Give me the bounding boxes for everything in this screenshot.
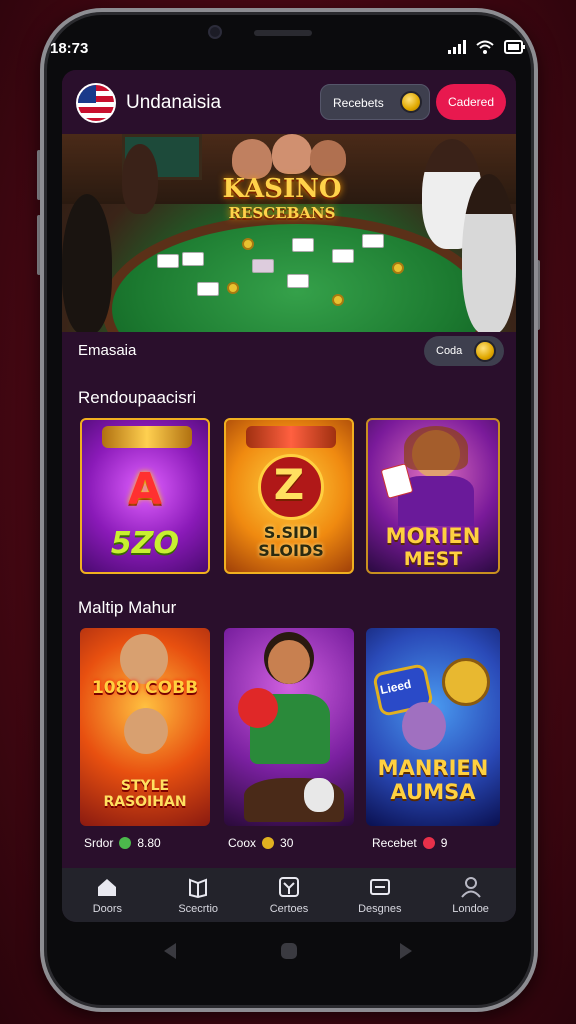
coin-icon [262,837,275,849]
nav-item-home[interactable]: Doors [62,868,153,922]
coin-pill[interactable]: Coda [424,336,504,366]
game-caption: Srdor 8.80 [84,836,161,850]
section-title-popular: Rendoupaacisri [78,388,197,407]
sub-bar: Emasaia Coda [62,332,516,368]
home-button-icon[interactable] [280,942,298,965]
nav-item-profile[interactable]: Londoe [425,868,516,922]
system-nav-bar [62,928,516,974]
game-caption: Recebet 9 [372,836,448,850]
nav-item-deposits[interactable]: Desgnes [334,868,425,922]
coin-icon [474,340,496,362]
game-tile[interactable]: A 5ZO [80,418,210,574]
register-button[interactable]: Cadered [436,84,506,120]
game-tile[interactable]: Z S.SIDI SLOIDS [224,418,354,574]
status-time: 18:73 [50,40,89,57]
gem-icon [119,837,132,849]
flag-icon[interactable] [76,83,116,123]
back-icon[interactable] [162,942,178,965]
card-icon [369,879,390,895]
balance-button-label: Recebets [333,96,384,110]
game-tile[interactable]: 1080 COBB STYLE RASOIHAN [80,628,210,826]
game-tile[interactable] [224,628,354,826]
home-icon [98,879,117,896]
status-icons [448,40,526,54]
game-tile[interactable]: Lieed MANRIEN AUMSA [366,628,500,826]
gift-icon [189,878,208,898]
recents-icon[interactable] [398,942,414,965]
coin-icon [400,91,422,113]
section-title-multiplayer: Maltip Mahur [78,598,177,617]
gem-icon [422,837,435,849]
wifi-icon [476,40,494,54]
hero-banner[interactable]: KASINO RESCEBANS [62,134,516,332]
signal-icon [448,40,466,54]
app-header: Undanaisia Recebets Cadered [62,70,516,134]
nav-item-promotions[interactable]: Scecrtio [153,868,244,922]
user-icon [460,877,481,898]
sub-bar-label: Emasaia [78,342,137,359]
brand-name: Undanaisia [126,92,222,113]
battery-icon [504,40,525,54]
app-screen: Undanaisia Recebets Cadered KASINO RESCE… [62,70,516,922]
balance-button[interactable]: Recebets [320,84,430,120]
status-bar: 18:73 [50,28,526,68]
bottom-nav: Doors Scecrtio Certoes Desgnes Londoe [62,868,516,922]
game-caption: Coox 30 [228,836,294,850]
nav-item-games[interactable]: Certoes [244,868,335,922]
hero-title: KASINO RESCEBANS [222,174,342,222]
tree-icon [278,877,299,897]
game-tile[interactable]: MORIEN MEST [366,418,500,574]
